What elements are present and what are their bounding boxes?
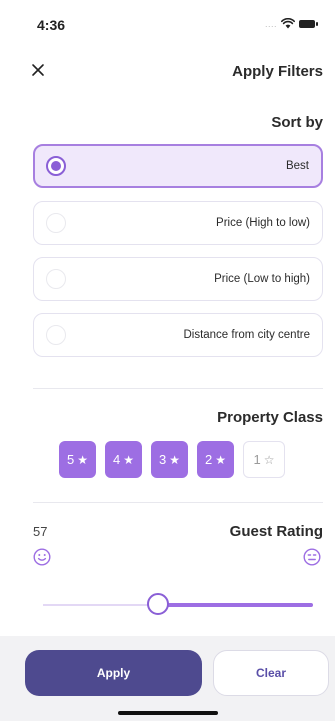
sort-option-label: Best — [285, 160, 309, 172]
filters-screen: 4:36 .... Apply Filters Sort by Best Pri… — [0, 0, 335, 721]
sort-option-price-low-high[interactable]: Price (Low to high) — [33, 257, 323, 301]
chip-value: 3 — [159, 452, 167, 467]
home-indicator — [118, 711, 218, 715]
close-icon[interactable] — [28, 60, 48, 80]
divider — [33, 388, 323, 389]
radio-selected-icon[interactable] — [46, 156, 66, 176]
status-icons: .... — [264, 18, 318, 29]
signal-icon: .... — [264, 18, 277, 29]
radio-icon[interactable] — [46, 213, 66, 233]
class-chip-5[interactable]: 5 ★ — [59, 441, 96, 478]
chip-value: 2 — [205, 452, 213, 467]
class-chip-3[interactable]: 3 ★ — [151, 441, 188, 478]
sort-option-label: Distance from city centre — [183, 329, 310, 341]
page-title: Apply Filters — [232, 63, 323, 80]
sort-option-distance[interactable]: Distance from city centre — [33, 313, 323, 357]
battery-icon — [299, 19, 318, 28]
sort-option-best[interactable]: Best — [33, 144, 323, 188]
header: Apply Filters — [0, 56, 335, 88]
sort-by-title: Sort by — [271, 114, 323, 131]
sort-option-price-high-low[interactable]: Price (High to low) — [33, 201, 323, 245]
radio-icon[interactable] — [46, 269, 66, 289]
guest-rating-title: Guest Rating — [229, 523, 323, 540]
guest-rating-slider[interactable] — [43, 593, 313, 617]
star-filled-icon: ★ — [123, 452, 134, 467]
sort-option-label: Price (Low to high) — [214, 273, 310, 285]
chip-value: 1 — [253, 452, 261, 467]
chip-value: 4 — [113, 452, 121, 467]
star-filled-icon: ★ — [169, 452, 180, 467]
star-filled-icon: ★ — [215, 452, 226, 467]
radio-icon[interactable] — [46, 325, 66, 345]
guest-rating-value: 57 — [33, 524, 48, 539]
star-outline-icon: ☆ — [263, 452, 275, 467]
wifi-icon — [281, 18, 295, 29]
property-class-chips: 5 ★ 4 ★ 3 ★ 2 ★ 1 ☆ — [59, 441, 285, 478]
neutral-face-icon — [303, 548, 321, 566]
property-class-title: Property Class — [217, 409, 323, 426]
sort-option-label: Price (High to low) — [216, 217, 310, 229]
footer-bar: Apply Clear — [0, 636, 335, 721]
slider-thumb[interactable] — [147, 593, 169, 615]
slider-track-inactive — [43, 604, 159, 606]
class-chip-1[interactable]: 1 ☆ — [243, 441, 285, 478]
divider — [33, 502, 323, 503]
slider-track-active — [159, 603, 313, 607]
star-filled-icon: ★ — [77, 452, 88, 467]
status-time: 4:36 — [37, 17, 66, 33]
smile-face-icon — [33, 548, 51, 566]
class-chip-4[interactable]: 4 ★ — [105, 441, 142, 478]
class-chip-2[interactable]: 2 ★ — [197, 441, 234, 478]
status-bar: 4:36 .... — [0, 0, 335, 40]
chip-value: 5 — [67, 452, 75, 467]
clear-button[interactable]: Clear — [213, 650, 329, 696]
apply-button[interactable]: Apply — [25, 650, 202, 696]
